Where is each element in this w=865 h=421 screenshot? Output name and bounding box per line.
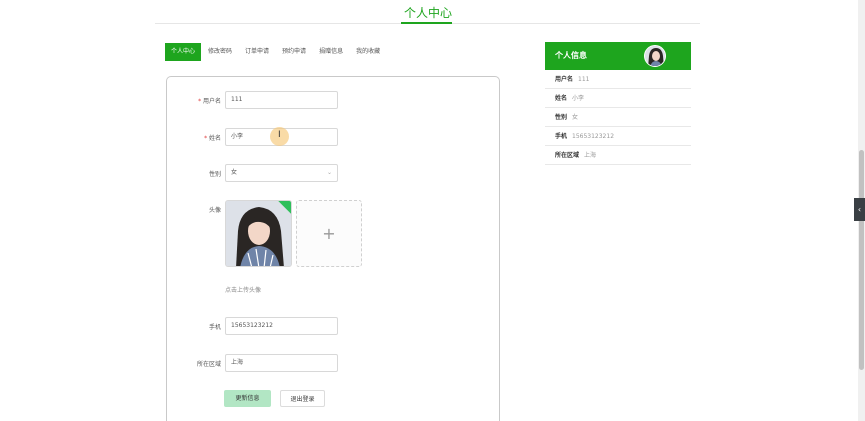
phone-label: 手机 <box>208 324 221 331</box>
page-title: 个人中心 <box>404 6 453 20</box>
name-label-text: 姓名 <box>208 135 221 142</box>
tab-donation-info[interactable]: 捐赠信息 <box>313 43 349 61</box>
info-row-phone: 手机 15653123212 <box>545 127 691 146</box>
tab-bar: 个人中心 修改密码 订单申请 预约申请 捐赠信息 我的收藏 <box>165 43 387 61</box>
region-label: 所在区域 <box>196 361 221 368</box>
info-row-username: 用户名 111 <box>545 70 691 89</box>
portrait-photo <box>226 201 291 266</box>
gender-label: 性别 <box>208 171 221 178</box>
info-panel-title: 个人信息 <box>555 51 587 60</box>
username-label: * 用户名 <box>166 96 221 105</box>
info-row-gender: 性别女 <box>545 108 691 127</box>
scrollbar-thumb[interactable] <box>859 150 864 370</box>
chevron-left-icon[interactable]: ‹ <box>854 198 865 221</box>
text-cursor-icon: I <box>278 130 281 140</box>
info-avatar <box>644 45 666 67</box>
required-mark: * <box>198 98 202 105</box>
info-row-name: 姓名 小李 <box>545 89 691 108</box>
region-field[interactable]: 上海 <box>225 354 338 372</box>
tab-my-favorites[interactable]: 我的收藏 <box>350 43 386 61</box>
title-underline <box>401 22 452 24</box>
gender-select[interactable]: 女 ⌄ <box>225 164 338 182</box>
required-mark: * <box>204 135 208 142</box>
info-avatar-photo <box>645 46 665 66</box>
tab-personal-center[interactable]: 个人中心 <box>165 43 202 61</box>
info-row-region: 所在区域 上海 <box>545 146 691 165</box>
name-label: * 姓名 <box>166 133 221 142</box>
avatar-label: 头像 <box>208 207 221 214</box>
update-info-button[interactable]: 更新信息 <box>224 390 271 407</box>
phone-field[interactable]: 15653123212 <box>225 317 338 335</box>
tab-appointment-application[interactable]: 预约申请 <box>276 43 312 61</box>
chevron-down-icon: ⌄ <box>326 169 332 176</box>
gender-value: 女 <box>231 169 238 176</box>
avatar-upload-hint: 点击上传头像 <box>225 287 262 294</box>
personal-info-panel: 个人信息 用户名 111 姓名 小李 性别女 手机 15653123212 所在区域上… <box>545 42 691 165</box>
logout-button[interactable]: 退出登录 <box>280 390 325 407</box>
info-panel-header: 个人信息 <box>545 42 691 70</box>
tab-order-application[interactable]: 订单申请 <box>239 43 275 61</box>
plus-icon: + <box>322 224 336 243</box>
tab-change-password[interactable]: 修改密码 <box>202 43 238 61</box>
username-label-text: 用户名 <box>202 98 221 105</box>
username-field[interactable]: 111 <box>225 91 338 109</box>
avatar-upload-button[interactable]: + <box>296 200 362 267</box>
avatar-image[interactable] <box>225 200 292 267</box>
